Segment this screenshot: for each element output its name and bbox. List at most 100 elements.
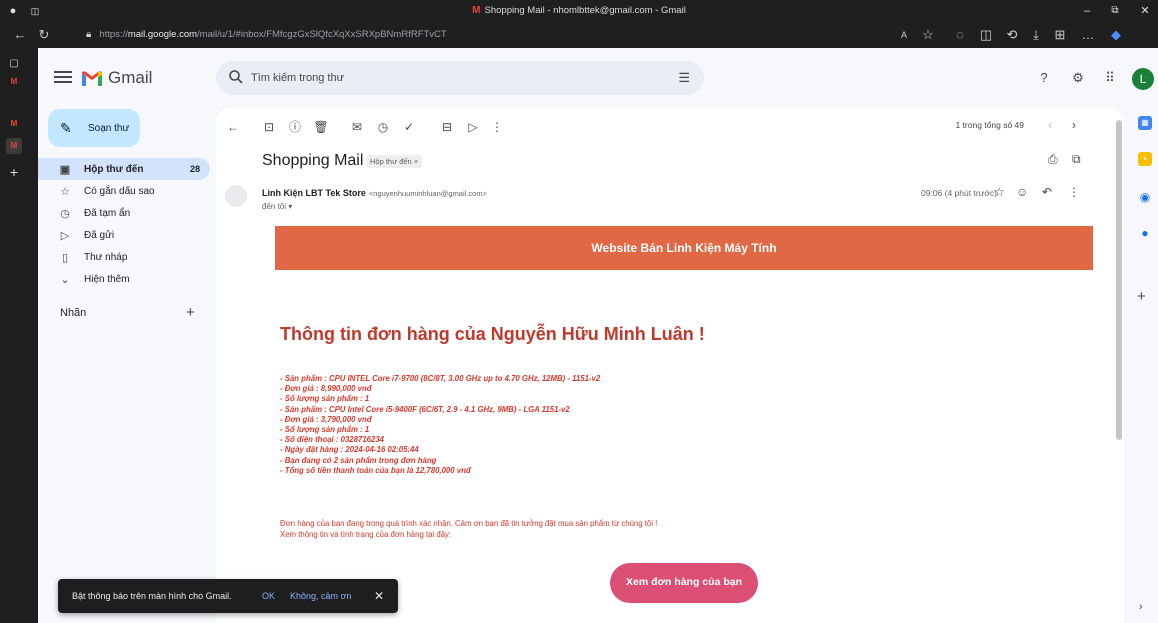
sidebar-item-sent[interactable]: ▷ Đã gửi (38, 224, 210, 246)
sidebar-item-snoozed[interactable]: ◷ Đã tạm ẩn (38, 202, 210, 224)
sender-avatar[interactable] (225, 185, 247, 207)
keep-icon[interactable]: ▪ (1138, 152, 1152, 166)
compose-button[interactable]: ✎ Soạn thư (48, 109, 140, 147)
browser-title-bar: ● ◫ M Shopping Mail - nhomlbttek@gmail.co… (0, 0, 1158, 22)
restore-icon[interactable]: ⧉ (1104, 0, 1126, 22)
add-task-icon[interactable]: ✓ (400, 118, 418, 136)
minimize-icon[interactable]: – (1076, 0, 1098, 22)
support-icon[interactable]: ? (1034, 68, 1054, 88)
emoji-icon[interactable]: ☺ (1016, 185, 1028, 199)
search-input[interactable]: Tìm kiếm trong thư (251, 61, 344, 95)
compose-label: Soạn thư (88, 122, 130, 134)
notification-snackbar: Bật thông báo trên màn hình cho Gmail. O… (58, 579, 398, 613)
labels-heading: Nhãn (60, 307, 87, 319)
message-time: 09:06 (4 phút trước) (921, 188, 997, 198)
more-vert-icon[interactable]: ⋮ (1068, 185, 1080, 199)
reply-icon[interactable]: ↶ (1042, 185, 1052, 199)
recipient-details[interactable]: đến tôi ▾ (262, 202, 292, 211)
address-bar: ← ↻ 🔒︎ https://mail.google.com/mail/u/1/#… (0, 22, 1158, 48)
draft-icon: ▯ (61, 251, 69, 264)
open-new-window-icon[interactable]: ⧉ (1072, 152, 1081, 167)
history-icon[interactable]: ⟲ (1002, 22, 1022, 48)
newer-icon[interactable]: ‹ (1048, 118, 1052, 132)
url-path: /mail/u/1/#inbox/FMfcgzGxSlQfcXqXxSRXpBN… (197, 29, 447, 40)
more-vert-icon[interactable]: ⋮ (488, 118, 506, 136)
search-icon[interactable] (228, 69, 244, 85)
report-spam-icon[interactable]: ⓘ (286, 118, 304, 136)
main-menu-icon[interactable] (54, 68, 72, 86)
view-order-button[interactable]: Xem đơn hàng của bạn (610, 563, 758, 603)
mark-unread-icon[interactable]: ✉ (348, 118, 366, 136)
copilot-icon[interactable]: ◆ (1106, 22, 1126, 48)
back-to-inbox-icon[interactable]: ← (224, 118, 242, 136)
account-avatar[interactable]: L (1132, 68, 1154, 90)
tab-panel-icon[interactable]: ▢ (6, 56, 22, 72)
print-icon[interactable]: ⎙ (1048, 152, 1058, 167)
snooze-icon[interactable]: ◷ (374, 118, 392, 136)
snackbar-close-icon[interactable]: ✕ (374, 579, 384, 613)
order-detail-line: - Sản phẩm : CPU Intel Core i5-9400F (6C… (280, 404, 570, 414)
sidebar-item-label: Thư nháp (84, 251, 128, 263)
star-icon[interactable]: ☆ (994, 185, 1005, 199)
inbox-label-chip[interactable]: Hộp thư đến × (366, 155, 423, 168)
close-window-icon[interactable]: ✕ (1134, 0, 1156, 22)
gmail-m-icon (82, 70, 102, 86)
unread-count: 28 (189, 164, 200, 174)
order-detail-line: - Tổng số tiền thanh toán của bạn là 12,… (280, 465, 471, 475)
sidebar-item-label: Đã gửi (84, 229, 115, 241)
back-icon[interactable]: ← (10, 22, 30, 48)
contacts-icon[interactable]: ● (1138, 226, 1152, 240)
tasks-icon[interactable]: ◉ (1138, 190, 1152, 204)
sidebar-item-starred[interactable]: ☆ Có gắn dấu sao (38, 180, 210, 202)
order-detail-line: - Số điện thoại : 0328716234 (280, 435, 385, 445)
view-status-note: Xem thông tin và tình trạng của đơn hàng… (280, 530, 452, 539)
extensions-icon[interactable]: ◌ (950, 22, 970, 48)
label-icon[interactable]: ▷ (464, 118, 482, 136)
more-icon[interactable]: … (1078, 22, 1098, 48)
gmail-tab-icon: M (472, 5, 481, 16)
favorite-icon[interactable]: ☆ (918, 22, 938, 48)
collections-icon[interactable]: ⊞ (1050, 22, 1070, 48)
apps-grid-icon[interactable]: ⠿ (1100, 68, 1120, 88)
download-icon[interactable]: ⤓ (1026, 22, 1046, 48)
gmail-app: Gmail Tìm kiếm trong thư ☰ ? ⚙ ⠿ L ✎ Soạ… (38, 48, 1158, 623)
gmail-header: Gmail Tìm kiếm trong thư ☰ ? ⚙ ⠿ L (38, 48, 1158, 108)
gmail-logo[interactable]: Gmail (82, 68, 152, 88)
sidebar-item-inbox[interactable]: ▣ Hộp thư đến 28 (38, 158, 210, 180)
order-title: Thông tin đơn hàng của Nguyễn Hữu Minh L… (280, 324, 705, 344)
message-scrollbar[interactable] (1116, 120, 1122, 440)
sender-line: Linh Kiện LBT Tek Store <nguyenhuuminhlua… (262, 188, 487, 198)
archive-icon[interactable]: ⊡ (260, 118, 278, 136)
gmail-tab-icon[interactable]: M (6, 116, 22, 132)
snackbar-ok-button[interactable]: OK (262, 579, 275, 613)
settings-gear-icon[interactable]: ⚙ (1068, 68, 1088, 88)
new-tab-icon[interactable]: + (6, 164, 22, 180)
message-panel: ← ⊡ ⓘ 🗑︎ ✉ ◷ ✓ ⊟ ▷ ⋮ 1 trong tổng số 49 … (216, 108, 1124, 623)
split-screen-icon[interactable]: ◫ (976, 22, 996, 48)
add-label-icon[interactable]: + (186, 304, 195, 321)
gmail-tab-icon[interactable]: M (6, 74, 22, 90)
gmail-tab-active-icon[interactable]: M (6, 138, 22, 154)
move-to-icon[interactable]: ⊟ (438, 118, 456, 136)
sidebar-item-drafts[interactable]: ▯ Thư nháp (38, 246, 210, 268)
order-detail-line: - Bạn đang có 2 sản phẩm trong đơn hàng (280, 455, 437, 465)
url-domain: mail.google.com (127, 29, 198, 40)
refresh-icon[interactable]: ↻ (34, 22, 54, 48)
sender-name[interactable]: Linh Kiện LBT Tek Store (262, 188, 366, 198)
read-aloud-icon[interactable]: A (894, 22, 914, 48)
sidebar-item-label: Đã tạm ẩn (84, 207, 131, 219)
search-bar[interactable]: Tìm kiếm trong thư ☰ (216, 61, 704, 95)
delete-icon[interactable]: 🗑︎ (312, 118, 330, 136)
url-prefix: https:// (99, 29, 128, 40)
send-icon: ▷ (60, 229, 70, 242)
sidebar-item-label: Hiện thêm (84, 273, 130, 285)
snackbar-dismiss-button[interactable]: Không, cảm ơn (290, 579, 351, 613)
calendar-icon[interactable]: ▦ (1138, 116, 1152, 130)
order-detail-line: - Ngày đặt hàng : 2024-04-16 02:05:44 (280, 445, 419, 455)
get-addons-icon[interactable]: + (1137, 288, 1146, 305)
search-options-icon[interactable]: ☰ (678, 70, 690, 86)
older-icon[interactable]: › (1072, 118, 1076, 132)
url-field[interactable]: 🔒︎ https://mail.google.com/mail/u/1/#inbo… (86, 26, 447, 44)
show-side-panel-icon[interactable]: › (1139, 601, 1143, 613)
sidebar-item-more[interactable]: ⌄ Hiện thêm (38, 268, 210, 290)
